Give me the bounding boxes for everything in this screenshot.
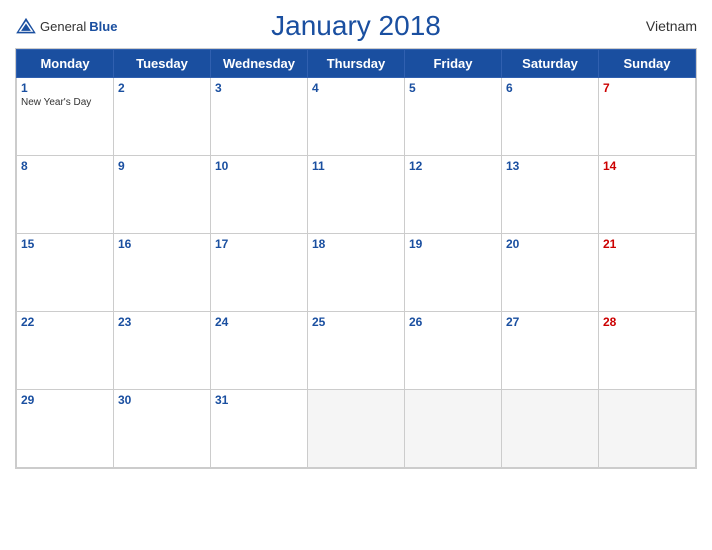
calendar-cell: 31 — [211, 390, 308, 468]
date-number: 5 — [409, 81, 497, 95]
holiday-label: New Year's Day — [21, 97, 109, 108]
date-number: 31 — [215, 393, 303, 407]
calendar-cell: 29 — [17, 390, 114, 468]
calendar-cell: 6 — [502, 78, 599, 156]
logo-area: General Blue — [15, 17, 117, 35]
day-header-monday: Monday — [17, 50, 114, 78]
calendar-cell: 18 — [308, 234, 405, 312]
date-number: 16 — [118, 237, 206, 251]
calendar-cell: 26 — [405, 312, 502, 390]
date-number: 14 — [603, 159, 691, 173]
calendar-cell — [599, 390, 696, 468]
date-number: 28 — [603, 315, 691, 329]
date-number: 11 — [312, 159, 400, 173]
date-number: 22 — [21, 315, 109, 329]
date-number: 20 — [506, 237, 594, 251]
calendar-cell: 20 — [502, 234, 599, 312]
week-row-3: 15 16 17 18 19 20 21 — [17, 234, 696, 312]
date-number: 12 — [409, 159, 497, 173]
date-number: 2 — [118, 81, 206, 95]
date-number: 9 — [118, 159, 206, 173]
calendar-header: General Blue January 2018 Vietnam — [15, 10, 697, 42]
calendar-cell: 28 — [599, 312, 696, 390]
calendar-cell: 13 — [502, 156, 599, 234]
day-header-friday: Friday — [405, 50, 502, 78]
calendar-cell: 4 — [308, 78, 405, 156]
date-number: 24 — [215, 315, 303, 329]
date-number: 21 — [603, 237, 691, 251]
day-header-saturday: Saturday — [502, 50, 599, 78]
calendar-cell: 17 — [211, 234, 308, 312]
date-number: 18 — [312, 237, 400, 251]
calendar-cell: 15 — [17, 234, 114, 312]
calendar-cell: 22 — [17, 312, 114, 390]
week-row-1: 1 New Year's Day 234567 — [17, 78, 696, 156]
calendar-cell: 10 — [211, 156, 308, 234]
date-number: 29 — [21, 393, 109, 407]
calendar-cell: 5 — [405, 78, 502, 156]
calendar-cell: 21 — [599, 234, 696, 312]
date-number: 23 — [118, 315, 206, 329]
date-number: 6 — [506, 81, 594, 95]
country-label: Vietnam — [646, 18, 697, 34]
calendar-cell: 2 — [114, 78, 211, 156]
date-number: 3 — [215, 81, 303, 95]
calendar-cell: 19 — [405, 234, 502, 312]
calendar-cell: 3 — [211, 78, 308, 156]
calendar-cell: 11 — [308, 156, 405, 234]
calendar-cell: 12 — [405, 156, 502, 234]
calendar-cell: 16 — [114, 234, 211, 312]
calendar-cell — [502, 390, 599, 468]
date-number: 19 — [409, 237, 497, 251]
calendar-cell — [308, 390, 405, 468]
calendar-cell: 27 — [502, 312, 599, 390]
date-number: 8 — [21, 159, 109, 173]
day-header-wednesday: Wednesday — [211, 50, 308, 78]
calendar-cell: 7 — [599, 78, 696, 156]
calendar-cell: 9 — [114, 156, 211, 234]
day-headers-row: MondayTuesdayWednesdayThursdayFridaySatu… — [17, 50, 696, 78]
week-row-5: 29 30 31 — [17, 390, 696, 468]
date-number: 13 — [506, 159, 594, 173]
date-number: 26 — [409, 315, 497, 329]
calendar-cell: 14 — [599, 156, 696, 234]
calendar-cell: 25 — [308, 312, 405, 390]
calendar: MondayTuesdayWednesdayThursdayFridaySatu… — [15, 48, 697, 469]
date-number: 10 — [215, 159, 303, 173]
logo-general-text: General — [40, 19, 86, 34]
day-header-thursday: Thursday — [308, 50, 405, 78]
date-number: 30 — [118, 393, 206, 407]
logo-blue-text: Blue — [89, 19, 117, 34]
date-number: 25 — [312, 315, 400, 329]
date-number: 17 — [215, 237, 303, 251]
day-header-tuesday: Tuesday — [114, 50, 211, 78]
day-header-sunday: Sunday — [599, 50, 696, 78]
calendar-cell: 23 — [114, 312, 211, 390]
calendar-body: 1New Year's Day2345678910111213141516171… — [17, 78, 696, 468]
month-title: January 2018 — [271, 10, 441, 42]
date-number: 4 — [312, 81, 400, 95]
calendar-cell: 24 — [211, 312, 308, 390]
calendar-cell: 8 — [17, 156, 114, 234]
calendar-cell: 30 — [114, 390, 211, 468]
generalblue-icon — [15, 17, 37, 35]
date-number: 7 — [603, 81, 691, 95]
calendar-cell: 1 New Year's Day — [17, 78, 114, 156]
week-row-2: 89 10 11 12 13 14 — [17, 156, 696, 234]
calendar-cell — [405, 390, 502, 468]
date-number: 27 — [506, 315, 594, 329]
date-number: 15 — [21, 237, 109, 251]
date-number: 1 — [21, 81, 109, 95]
week-row-4: 22 23 24 25 26 27 28 — [17, 312, 696, 390]
